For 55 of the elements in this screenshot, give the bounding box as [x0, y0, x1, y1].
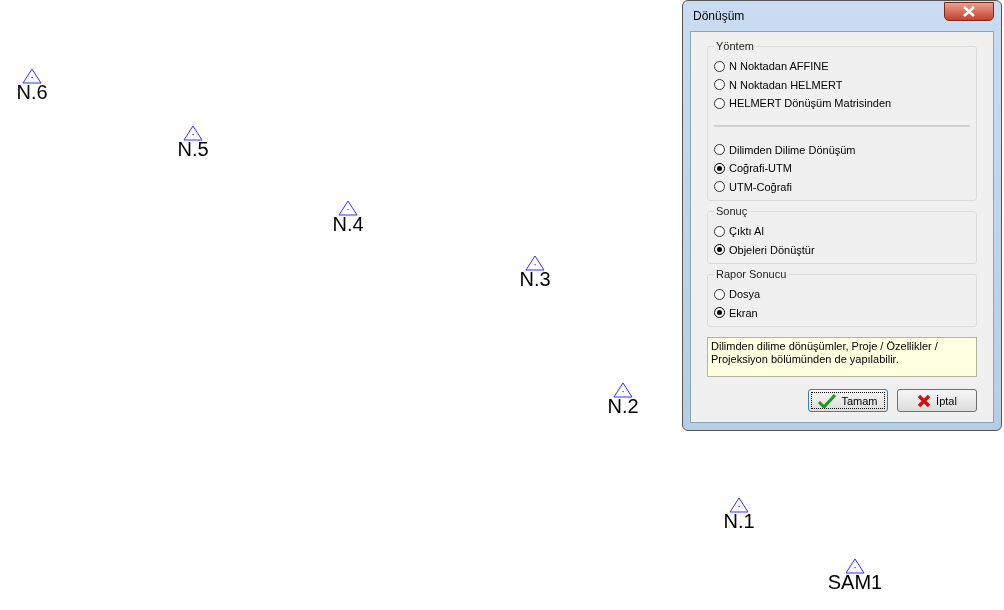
radio-button[interactable] [714, 60, 725, 72]
radio-button[interactable] [714, 144, 725, 156]
radio-button[interactable] [714, 181, 725, 193]
close-icon [962, 5, 976, 17]
radio-option[interactable]: Coğrafi-UTM [714, 159, 970, 178]
point-label: N.3 [519, 269, 551, 289]
point-label: N.1 [723, 511, 755, 531]
radio-option[interactable]: N Noktadan HELMERT [714, 75, 970, 94]
option-label: HELMERT Dönüşüm Matrisinden [729, 97, 892, 110]
option-label: UTM-Coğrafi [729, 180, 792, 193]
radio-button[interactable] [714, 79, 725, 91]
group-title: Yöntem [714, 40, 756, 52]
point-label: N.4 [332, 214, 364, 234]
triangle-marker-icon [845, 558, 865, 574]
option-label: N Noktadan HELMERT [729, 78, 843, 91]
option-label: Dilimden Dilime Dönüşüm [729, 143, 856, 156]
radio-button[interactable] [714, 162, 725, 174]
radio-button[interactable] [714, 244, 725, 256]
triangle-marker-icon [338, 200, 358, 216]
triangle-marker-icon [183, 125, 203, 141]
radio-button[interactable] [714, 307, 725, 319]
group-title: Sonuç [714, 205, 750, 217]
radio-option[interactable]: Çıktı Al [714, 222, 970, 241]
option-label: N Noktadan AFFINE [729, 60, 829, 73]
triangle-marker-icon [525, 255, 545, 271]
checkmark-icon [818, 393, 837, 408]
radio-button[interactable] [714, 97, 725, 109]
radio-option[interactable]: Dosya [714, 285, 970, 304]
close-icon [917, 393, 932, 408]
point-label: N.2 [607, 396, 639, 416]
point-label: N.6 [16, 82, 48, 102]
radio-button[interactable] [714, 288, 725, 300]
radio-option[interactable]: UTM-Coğrafi [714, 177, 970, 196]
option-label: Ekran [729, 306, 758, 319]
radio-option[interactable]: N Noktadan AFFINE [714, 57, 970, 76]
option-label: Çıktı Al [729, 225, 764, 238]
radio-option[interactable]: HELMERT Dönüşüm Matrisinden [714, 94, 970, 113]
point-label: SAM1 [827, 572, 883, 592]
radio-option[interactable]: Dilimden Dilime Dönüşüm [714, 140, 970, 159]
close-button[interactable] [944, 1, 994, 21]
ok-button[interactable]: Tamam [808, 389, 888, 412]
radio-button[interactable] [714, 225, 725, 237]
option-label: Dosya [729, 288, 761, 301]
option-label: Coğrafi-UTM [729, 162, 792, 175]
radio-option[interactable]: Ekran [714, 303, 970, 322]
info-note: Dilimden dilime dönüşümler, Proje / Özellikler / Projeksiyon bölümünden de yapılabilir. [707, 337, 977, 377]
triangle-marker-icon [729, 497, 749, 513]
window-title: Dönüşüm [693, 9, 745, 23]
group-title: Rapor Sonucu [714, 268, 789, 280]
radio-option[interactable]: Objeleri Dönüştür [714, 240, 970, 259]
triangle-marker-icon [613, 382, 633, 398]
triangle-marker-icon [22, 68, 42, 84]
point-label: N.5 [177, 139, 209, 159]
option-label: Objeleri Dönüştür [729, 243, 815, 256]
cancel-button[interactable]: İptal [897, 389, 977, 412]
